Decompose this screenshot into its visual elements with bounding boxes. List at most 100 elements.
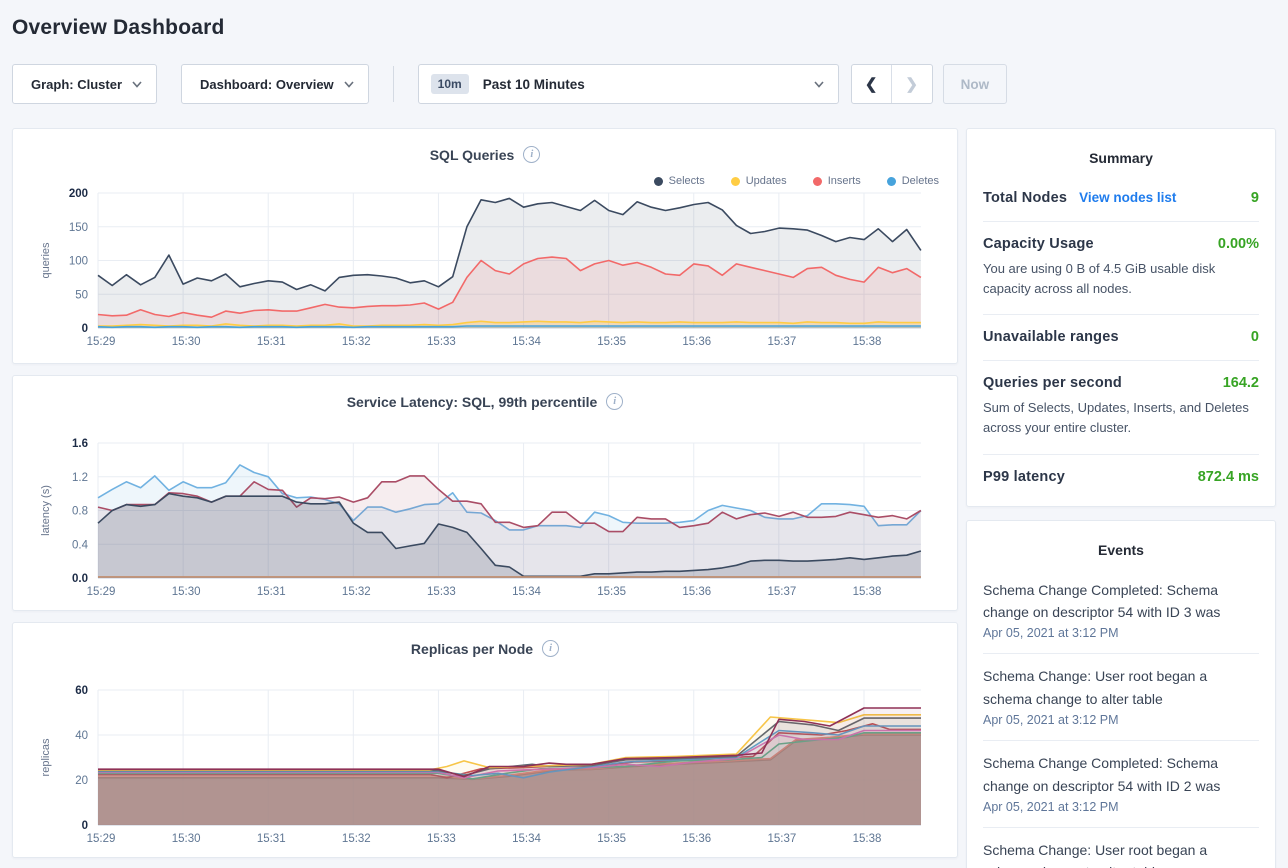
chart-title: SQL Queries: [430, 147, 515, 163]
summary-value: 164.2: [1223, 375, 1259, 391]
svg-text:15:30: 15:30: [172, 833, 201, 845]
svg-text:100: 100: [69, 256, 88, 268]
sql-queries-card: SQL Queries i Selects Updates Inserts De…: [12, 128, 958, 364]
svg-text:15:29: 15:29: [87, 336, 116, 348]
svg-text:15:33: 15:33: [427, 336, 456, 348]
event-item: Schema Change Completed: Schema change o…: [983, 741, 1259, 828]
svg-text:15:37: 15:37: [767, 586, 796, 598]
summary-label: Total Nodes: [983, 190, 1067, 206]
svg-text:50: 50: [75, 289, 88, 301]
legend-item-deletes: Deletes: [887, 175, 939, 187]
summary-row-p99-latency: P99 latency 872.4 ms: [983, 455, 1259, 500]
next-time-button[interactable]: ❯: [892, 65, 932, 103]
chevron-down-icon: [814, 81, 824, 88]
svg-text:15:35: 15:35: [597, 336, 626, 348]
summary-subtext: Sum of Selects, Updates, Inserts, and De…: [983, 398, 1259, 438]
legend-dot: [731, 177, 740, 186]
summary-value: 872.4 ms: [1198, 469, 1259, 485]
event-item: Schema Change: User root began a schema …: [983, 654, 1259, 741]
svg-text:15:31: 15:31: [257, 833, 286, 845]
summary-label: Unavailable ranges: [983, 329, 1119, 345]
chart-legend: Selects Updates Inserts Deletes: [654, 175, 939, 187]
time-range-label: Past 10 Minutes: [483, 77, 585, 92]
summary-label: Capacity Usage: [983, 236, 1094, 252]
dashboard-dropdown-label: Dashboard: Overview: [200, 77, 334, 92]
svg-text:0.0: 0.0: [72, 573, 88, 585]
svg-text:15:34: 15:34: [512, 833, 541, 845]
svg-text:15:38: 15:38: [853, 833, 882, 845]
svg-text:15:32: 15:32: [342, 833, 371, 845]
summary-value: 0: [1251, 329, 1259, 345]
event-text: Schema Change: User root began a schema …: [983, 839, 1259, 868]
dashboard-dropdown[interactable]: Dashboard: Overview: [181, 64, 369, 104]
svg-text:15:30: 15:30: [172, 586, 201, 598]
svg-text:1.2: 1.2: [72, 472, 88, 484]
svg-text:150: 150: [69, 222, 88, 234]
sql-queries-chart[interactable]: 05010015020015:2915:3015:3115:3215:3315:…: [13, 185, 959, 355]
replicas-per-node-chart[interactable]: 020406015:2915:3015:3115:3215:3315:3415:…: [13, 682, 959, 852]
svg-text:0: 0: [82, 323, 88, 335]
summary-value: 9: [1251, 190, 1259, 206]
legend-dot: [887, 177, 896, 186]
now-button[interactable]: Now: [943, 64, 1008, 104]
svg-text:20: 20: [75, 775, 88, 787]
event-timestamp: Apr 05, 2021 at 3:12 PM: [983, 626, 1259, 640]
summary-label: Queries per second: [983, 375, 1122, 391]
summary-row-capacity-usage: Capacity Usage 0.00% You are using 0 B o…: [983, 222, 1259, 315]
chart-title: Replicas per Node: [411, 641, 533, 657]
svg-text:15:30: 15:30: [172, 336, 201, 348]
summary-row-queries-per-second: Queries per second 164.2 Sum of Selects,…: [983, 361, 1259, 454]
event-text: Schema Change Completed: Schema change o…: [983, 752, 1259, 797]
svg-text:1.6: 1.6: [72, 438, 88, 450]
event-item: Schema Change: User root began a schema …: [983, 828, 1259, 868]
summary-panel: Summary Total Nodes View nodes list 9 Ca…: [966, 128, 1276, 507]
svg-text:60: 60: [75, 685, 88, 697]
toolbar: Graph: Cluster Dashboard: Overview 10m P…: [12, 64, 1276, 104]
chevron-down-icon: [132, 81, 142, 88]
summary-label: P99 latency: [983, 469, 1065, 485]
summary-subtext: You are using 0 B of 4.5 GiB usable disk…: [983, 259, 1259, 299]
charts-column: SQL Queries i Selects Updates Inserts De…: [12, 128, 958, 868]
svg-text:15:38: 15:38: [853, 586, 882, 598]
svg-text:15:31: 15:31: [257, 586, 286, 598]
svg-text:15:33: 15:33: [427, 586, 456, 598]
summary-row-total-nodes: Total Nodes View nodes list 9: [983, 176, 1259, 222]
svg-text:15:34: 15:34: [512, 336, 541, 348]
svg-text:15:35: 15:35: [597, 833, 626, 845]
svg-text:queries: queries: [40, 242, 52, 279]
svg-text:15:35: 15:35: [597, 586, 626, 598]
events-title: Events: [967, 521, 1275, 568]
service-latency-chart[interactable]: 0.00.40.81.21.615:2915:3015:3115:3215:33…: [13, 435, 959, 605]
time-range-selector[interactable]: 10m Past 10 Minutes: [418, 64, 839, 104]
page-title: Overview Dashboard: [0, 0, 1288, 40]
replicas-per-node-card: Replicas per Node i 020406015:2915:3015:…: [12, 622, 958, 858]
svg-text:15:36: 15:36: [682, 833, 711, 845]
info-icon[interactable]: i: [606, 393, 623, 410]
time-range-badge: 10m: [431, 74, 469, 94]
prev-time-button[interactable]: ❮: [852, 65, 892, 103]
graph-dropdown[interactable]: Graph: Cluster: [12, 64, 157, 104]
view-nodes-list-link[interactable]: View nodes list: [1079, 190, 1176, 205]
svg-text:0.4: 0.4: [72, 539, 89, 551]
summary-title: Summary: [967, 129, 1275, 176]
toolbar-divider: [393, 66, 394, 102]
event-text: Schema Change: User root began a schema …: [983, 665, 1259, 710]
svg-text:200: 200: [69, 188, 88, 200]
svg-text:0: 0: [82, 820, 88, 832]
svg-text:15:32: 15:32: [342, 586, 371, 598]
summary-row-unavailable-ranges: Unavailable ranges 0: [983, 315, 1259, 361]
sidebar-column: Summary Total Nodes View nodes list 9 Ca…: [966, 128, 1276, 868]
svg-text:15:33: 15:33: [427, 833, 456, 845]
svg-text:40: 40: [75, 730, 88, 742]
event-item: Schema Change Completed: Schema change o…: [983, 568, 1259, 655]
info-icon[interactable]: i: [542, 640, 559, 657]
svg-text:latency (s): latency (s): [40, 485, 52, 536]
main-content: SQL Queries i Selects Updates Inserts De…: [12, 128, 1276, 868]
svg-text:15:36: 15:36: [682, 586, 711, 598]
service-latency-card: Service Latency: SQL, 99th percentile i …: [12, 375, 958, 611]
legend-dot: [813, 177, 822, 186]
legend-dot: [654, 177, 663, 186]
info-icon[interactable]: i: [523, 146, 540, 163]
svg-text:15:29: 15:29: [87, 586, 116, 598]
svg-text:15:36: 15:36: [682, 336, 711, 348]
